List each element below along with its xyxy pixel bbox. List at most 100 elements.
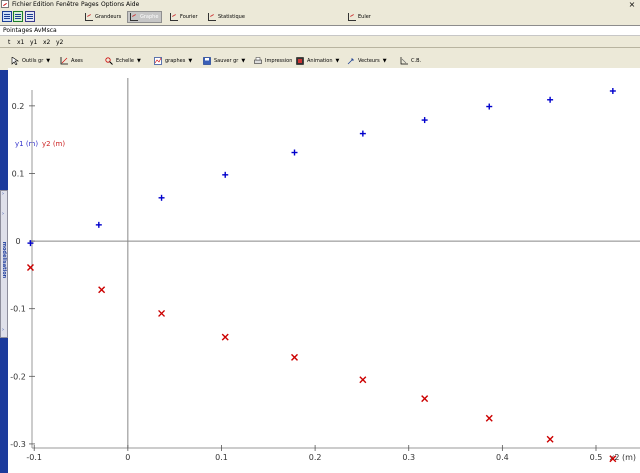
y1-plus-marker: [359, 130, 366, 137]
animation-menu-label: Animation: [307, 58, 333, 64]
save-graph-icon: [203, 57, 211, 65]
tab-graphe-label: Graphe: [140, 14, 159, 20]
y1-plus-marker: [95, 221, 102, 228]
y2-cross-marker: [291, 353, 299, 361]
dropdown-arrow-icon: ▼: [137, 57, 141, 64]
chevron-right-icon: ›: [2, 191, 4, 197]
cb-label: C.B.: [411, 58, 422, 64]
open-file-icon[interactable]: [2, 11, 12, 22]
variable-tab-y2[interactable]: y2: [56, 39, 63, 46]
vectors-menu-button[interactable]: Vecteurs ▼: [347, 56, 387, 66]
tab-fourier-label: Fourier: [180, 14, 198, 20]
y2-cross-marker: [359, 376, 367, 384]
menu-pages[interactable]: Pages: [81, 1, 99, 8]
euler-icon: [347, 12, 356, 22]
graph-area[interactable]: y1 (m) y2 (m) -0.1 0 0.1 0.2 0.3 0.4 0.5 0.2 0.1…: [8, 68, 640, 473]
vectors-icon: [347, 58, 354, 65]
variable-tab-x1[interactable]: x1: [17, 39, 24, 46]
tools-menu-label: Outils gr: [22, 58, 44, 64]
variable-tab-x2[interactable]: x2: [43, 39, 50, 46]
x-tick-label: -0.1: [26, 453, 42, 462]
y1-plus-marker: [222, 171, 229, 178]
film-icon: [296, 57, 304, 65]
menu-fichier[interactable]: Fichier: [12, 1, 32, 8]
save-graph-menu-label: Sauver gr: [214, 58, 239, 64]
cursor-icon: [11, 57, 19, 65]
tab-grandeurs-label: Grandeurs: [95, 14, 122, 20]
variable-tab-t[interactable]: t: [8, 39, 10, 46]
axes-label: Axes: [71, 58, 83, 64]
page-title-field[interactable]: Pointages AvMsca: [0, 25, 640, 36]
save-file-icon[interactable]: [13, 11, 23, 22]
swap-icon[interactable]: [25, 11, 35, 22]
scale-menu-label: Echelle: [116, 58, 135, 64]
y-tick-label: -0.3: [10, 440, 26, 449]
axes-icon: [60, 57, 68, 65]
x-tick-label: 0.1: [215, 453, 228, 462]
y2-cross-marker: [546, 435, 554, 443]
y-tick-label: 0.2: [12, 102, 25, 111]
y2-cross-marker: [158, 309, 166, 317]
graph-icon: [129, 12, 138, 22]
x-tick-label: 0.4: [496, 453, 509, 462]
chevron-right-icon: ›: [2, 327, 4, 333]
statistics-icon: [207, 12, 216, 22]
graphs-menu-label: graphes: [165, 58, 186, 64]
main-toolbar: Grandeurs Graphe Fourier Statistique Eul…: [0, 9, 640, 26]
y2-cross-marker: [221, 333, 229, 341]
x-tick-label: 0: [125, 453, 130, 462]
y1-plus-marker: [158, 194, 165, 201]
graph-toolbar: Outils gr ▼ Axes Echelle ▼ graphes ▼ Sau…: [8, 54, 640, 68]
y-tick-label: 0: [15, 237, 20, 246]
y1-plus-marker: [547, 96, 554, 103]
menu-fenetre[interactable]: Fenêtre: [56, 1, 79, 8]
fourier-icon: [169, 12, 178, 22]
y1-plus-marker: [486, 103, 493, 110]
tab-euler-label: Euler: [358, 14, 371, 20]
close-icon[interactable]: ×: [626, 0, 638, 9]
variable-tab-y1[interactable]: y1: [30, 39, 37, 46]
dropdown-arrow-icon: ▼: [241, 57, 246, 64]
tab-statistique-label: Statistique: [218, 14, 245, 20]
menu-options[interactable]: Options: [101, 1, 124, 8]
print-button[interactable]: Impression: [254, 56, 292, 66]
y-tick-label: 0.1: [12, 169, 25, 178]
y2-cross-marker: [26, 263, 34, 271]
tools-menu-button[interactable]: Outils gr ▼: [11, 56, 50, 66]
axes-button[interactable]: Axes: [60, 56, 83, 66]
x-tick-label: 0.5: [590, 453, 603, 462]
chevron-right-icon: ›: [2, 211, 4, 217]
page-title: Pointages AvMsca: [3, 27, 57, 34]
app-icon: [1, 0, 9, 8]
menu-bar: Fichier Edition Fenêtre Pages Options Ai…: [0, 0, 640, 9]
scale-menu-button[interactable]: Echelle ▼: [105, 56, 141, 66]
scatter-plot: -0.1 0 0.1 0.2 0.3 0.4 0.50.20.10-0.1-0.2-0.3x…: [10, 78, 640, 463]
tab-euler[interactable]: Euler: [347, 11, 371, 23]
menu-aide[interactable]: Aide: [126, 1, 139, 8]
y-tick-label: -0.1: [10, 305, 26, 314]
y1-plus-marker: [291, 149, 298, 156]
animation-menu-button[interactable]: Animation ▼: [296, 56, 339, 66]
graphs-icon: [154, 57, 162, 65]
save-graph-menu-button[interactable]: Sauver gr ▼: [203, 56, 245, 66]
print-label: Impression: [265, 58, 293, 64]
tab-graphe[interactable]: Graphe: [127, 11, 163, 23]
graphs-menu-button[interactable]: graphes ▼: [154, 56, 192, 66]
measure-icon: [400, 57, 408, 65]
x-tick-label: 0.3: [402, 453, 415, 462]
y-tick-label: -0.2: [10, 372, 26, 381]
tab-grandeurs[interactable]: Grandeurs: [84, 11, 121, 23]
tab-fourier[interactable]: Fourier: [169, 11, 198, 23]
printer-icon: [254, 57, 262, 64]
vectors-menu-label: Vecteurs: [358, 58, 380, 64]
x-tick-label: 0.2: [309, 453, 322, 462]
magnifier-icon: [105, 57, 113, 65]
menu-edition[interactable]: Edition: [33, 1, 54, 8]
y2-cross-marker: [98, 286, 106, 294]
tab-statistique[interactable]: Statistique: [207, 11, 245, 23]
dropdown-arrow-icon: ▼: [188, 57, 193, 64]
y1-plus-marker: [421, 117, 428, 124]
cb-button[interactable]: C.B.: [400, 56, 421, 66]
y2-cross-marker: [485, 414, 493, 422]
table-icon: [84, 12, 93, 22]
